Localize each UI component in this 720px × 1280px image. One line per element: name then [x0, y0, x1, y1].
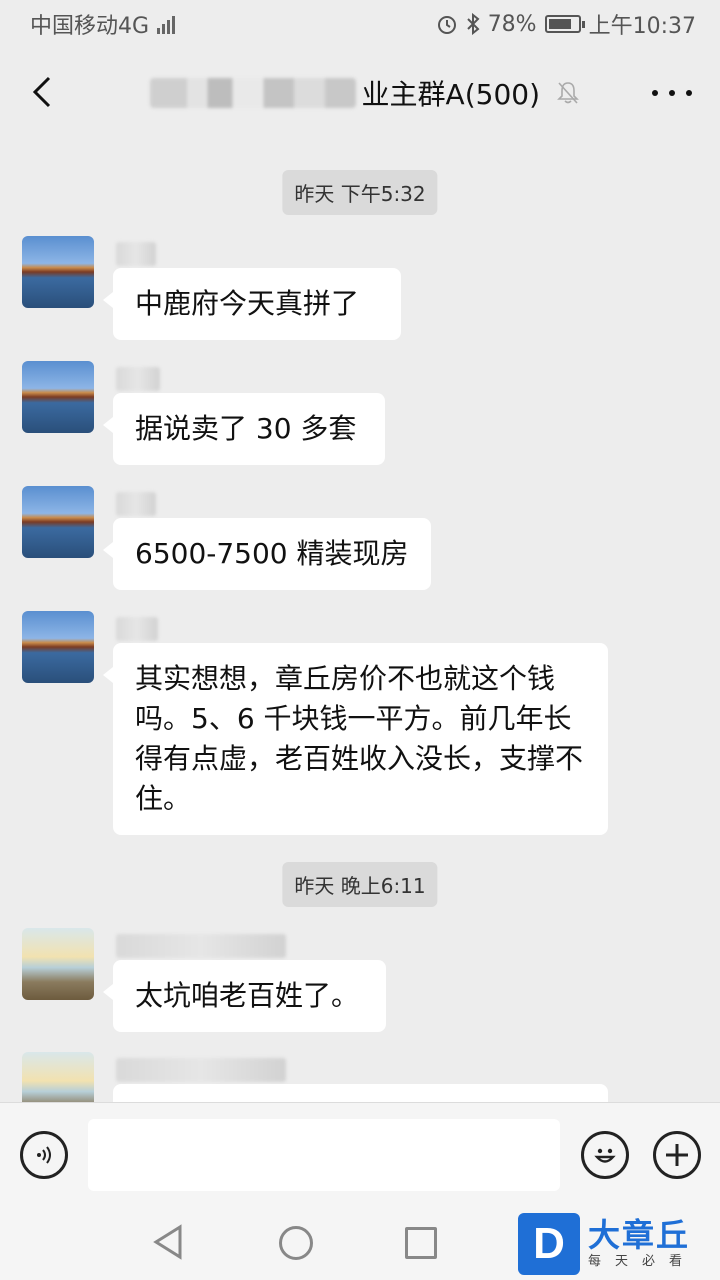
chat-messages[interactable]: 昨天 下午5:32 中鹿府今天真拼了 据说卖了 30 多套 6500-7500 …: [0, 138, 720, 1102]
emoji-button[interactable]: [581, 1131, 629, 1179]
redacted-sender-name: [116, 367, 160, 391]
watermark-logo: D: [518, 1213, 580, 1275]
plus-button[interactable]: [653, 1131, 701, 1179]
timestamp: 昨天 下午5:32: [282, 170, 438, 215]
signal-icon: [157, 14, 176, 34]
triangle-back-icon[interactable]: [152, 1224, 184, 1260]
back-button[interactable]: [22, 72, 62, 112]
chat-title-area[interactable]: 业主群A(500): [150, 68, 580, 118]
avatar[interactable]: [22, 236, 94, 308]
watermark-slogan: 每天必看: [588, 1254, 697, 1269]
watermark-text: 大章丘 每天必看: [588, 1217, 696, 1271]
status-bar: 中国移动4G 78% 上午10:37: [0, 0, 720, 48]
status-right: 78% 上午10:37: [436, 8, 696, 40]
timestamp: 昨天 晚上6:11: [282, 862, 438, 907]
carrier-label: 中国移动4G: [30, 14, 150, 39]
message-input[interactable]: [88, 1119, 560, 1191]
clock: 上午10:37: [588, 14, 696, 39]
avatar[interactable]: [22, 361, 94, 433]
circle-home-icon[interactable]: [279, 1226, 313, 1260]
square-recent-icon[interactable]: [405, 1227, 437, 1259]
redacted-sender-name: [116, 242, 156, 266]
redacted-sender-name: [116, 1058, 286, 1082]
message-bubble[interactable]: 据说卖了 30 多套: [103, 393, 385, 465]
watermark-name: 大章丘: [588, 1216, 691, 1254]
status-left: 中国移动4G: [30, 8, 176, 40]
chevron-left-icon: [32, 76, 51, 108]
redacted-group-name: [150, 78, 356, 108]
watermark: D 大章丘 每天必看: [518, 1212, 718, 1276]
redacted-sender-name: [116, 934, 286, 958]
message-bubble[interactable]: [113, 1084, 608, 1102]
redacted-sender-name: [116, 617, 158, 641]
redacted-sender-name: [116, 492, 156, 516]
avatar[interactable]: [22, 486, 94, 558]
message-bubble[interactable]: 中鹿府今天真拼了: [103, 268, 401, 340]
battery-percent: 78%: [487, 11, 537, 37]
alarm-icon: [437, 16, 456, 34]
emoji-icon: [594, 1148, 616, 1163]
input-bar: [0, 1102, 720, 1202]
voice-icon: [37, 1146, 51, 1164]
battery-icon: [544, 15, 585, 33]
more-button[interactable]: [652, 78, 692, 108]
voice-button[interactable]: [20, 1131, 68, 1179]
bell-off-icon: [556, 80, 580, 106]
plus-icon: [666, 1144, 688, 1166]
more-dots-icon: [652, 90, 658, 96]
chat-title: 业主群A(500): [361, 78, 540, 111]
avatar[interactable]: [22, 928, 94, 1000]
message-bubble[interactable]: 太坑咱老百姓了。: [103, 960, 386, 1032]
bluetooth-icon: [466, 13, 480, 35]
message-bubble[interactable]: 其实想想，章丘房价不也就这个钱吗。5、6 千块钱一平方。前几年长得有点虚，老百姓…: [103, 643, 608, 835]
avatar[interactable]: [22, 611, 94, 683]
message-bubble[interactable]: 6500-7500 精装现房: [103, 518, 431, 590]
avatar[interactable]: [22, 1052, 94, 1102]
title-bar: 业主群A(500): [0, 48, 720, 138]
